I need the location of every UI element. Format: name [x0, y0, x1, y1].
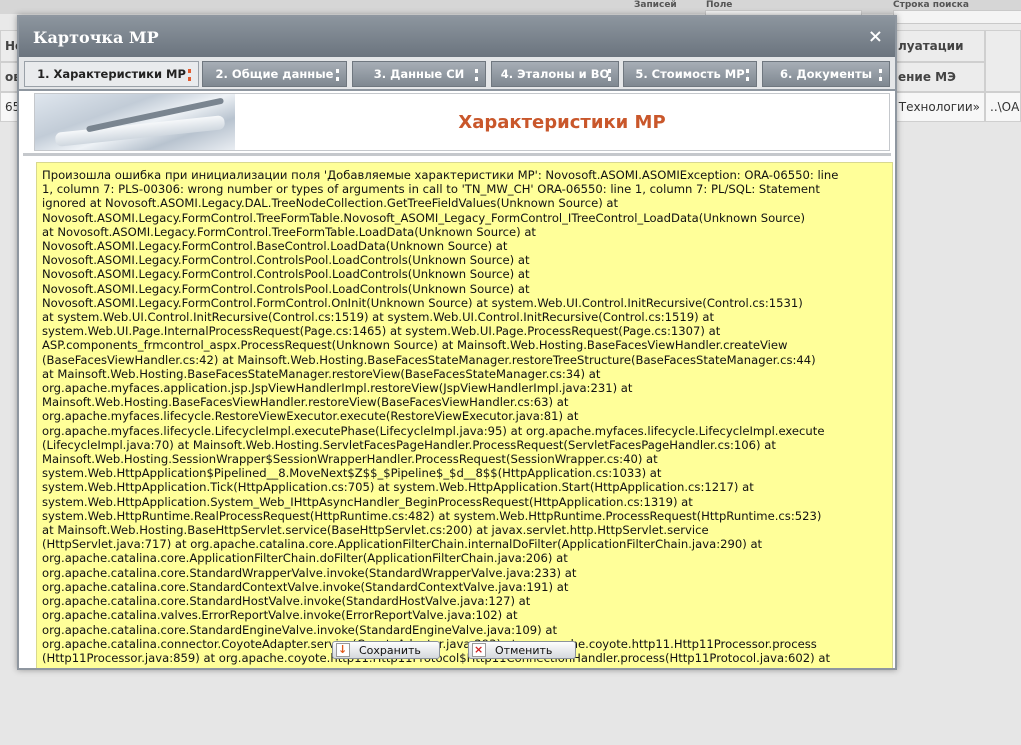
tab-label: 1. Характеристики МР — [37, 67, 186, 81]
save-button-label: Сохранить — [359, 643, 421, 657]
tab-general-data[interactable]: 2. Общие данные — [202, 61, 347, 87]
tab-bar: 1. Характеристики МР 2. Общие данные 3. … — [19, 57, 895, 91]
field-label: Поле — [706, 0, 733, 10]
tab-cost[interactable]: 5. Стоимость МР — [623, 61, 757, 87]
tab-label: 4. Эталоны и ВО — [500, 67, 610, 81]
grip-icon — [879, 69, 885, 81]
grip-icon — [336, 69, 342, 81]
save-icon: ↓ — [336, 643, 350, 657]
save-button[interactable]: ↓ Сохранить — [332, 641, 440, 659]
tab-characteristics[interactable]: 1. Характеристики МР — [24, 61, 199, 87]
grid-row-cell[interactable]: Технологии» — [893, 92, 985, 122]
tab-label: 3. Данные СИ — [373, 67, 465, 81]
tab-label: 2. Общие данные — [215, 67, 334, 81]
dialog-titlebar[interactable]: Карточка МР × — [19, 17, 895, 57]
grid-header-cell[interactable] — [985, 30, 1021, 92]
tab-standards[interactable]: 4. Эталоны и ВО — [491, 61, 619, 87]
grid-row-cell[interactable]: ..\ОАО — [985, 92, 1021, 122]
grip-icon — [746, 69, 752, 81]
card-dialog: Карточка МР × 1. Характеристики МР 2. Об… — [17, 15, 897, 670]
close-icon[interactable]: × — [868, 26, 883, 47]
grip-icon — [608, 69, 614, 81]
header-pen-image — [35, 94, 235, 150]
search-label: Строка поиска — [893, 0, 969, 10]
tab-documents[interactable]: 6. Документы — [762, 61, 890, 87]
cancel-button-label: Отменить — [495, 643, 553, 657]
background-toolbar — [0, 0, 1021, 14]
error-message-panel: Произошла ошибка при инициализации поля … — [36, 162, 893, 668]
grid-header-cell[interactable]: луатации — [893, 30, 985, 62]
grid-header-cell[interactable]: ение МЭ — [893, 62, 985, 92]
divider — [23, 153, 891, 156]
grip-icon — [475, 69, 481, 81]
cancel-button[interactable]: × Отменить — [468, 641, 576, 659]
dialog-title: Карточка МР — [33, 27, 159, 47]
error-text: Произошла ошибка при инициализации поля … — [42, 168, 839, 665]
tab-si-data[interactable]: 3. Данные СИ — [352, 61, 486, 87]
tab-label: 5. Стоимость МР — [635, 67, 745, 81]
section-title: Характеристики МР — [458, 111, 666, 133]
grip-icon — [188, 69, 194, 81]
search-input[interactable] — [893, 10, 1021, 24]
records-label: Записей — [634, 0, 677, 10]
cancel-icon: × — [472, 643, 486, 657]
section-header: Характеристики МР — [34, 93, 890, 151]
button-bar: ↓ Сохранить × Отменить — [19, 641, 895, 661]
tab-label: 6. Документы — [779, 67, 873, 81]
